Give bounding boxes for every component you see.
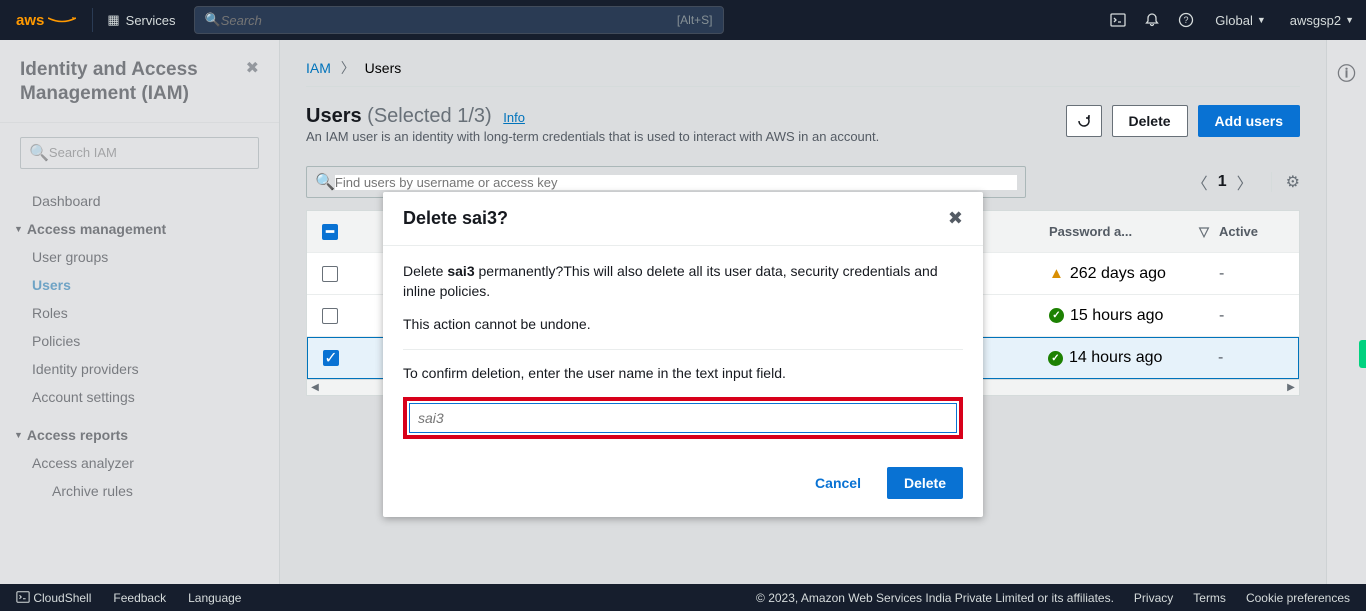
- confirm-input-highlight: [403, 397, 963, 439]
- delete-button[interactable]: Delete: [1112, 105, 1188, 137]
- cloudshell-link[interactable]: CloudShell: [16, 590, 91, 605]
- breadcrumb: IAM 〉 Users: [306, 58, 1300, 78]
- filter-users-input[interactable]: [335, 175, 1017, 190]
- region-selector[interactable]: Global ▼: [1203, 13, 1278, 28]
- account-label: awsgsp2: [1290, 13, 1341, 28]
- privacy-link[interactable]: Privacy: [1134, 591, 1173, 605]
- notifications-icon[interactable]: [1135, 6, 1169, 34]
- row-checkbox[interactable]: [322, 308, 338, 324]
- prev-page-icon[interactable]: 〈: [1192, 170, 1208, 194]
- language-link[interactable]: Language: [188, 591, 241, 605]
- success-icon: ✓: [1048, 351, 1063, 366]
- chevron-down-icon: ▼: [1345, 15, 1354, 25]
- col-header-password[interactable]: Password a...: [1049, 224, 1132, 239]
- password-age: 15 hours ago: [1070, 307, 1163, 325]
- account-menu[interactable]: awsgsp2 ▼: [1278, 13, 1366, 28]
- active-cell: -: [1219, 307, 1299, 325]
- region-label: Global: [1215, 13, 1253, 28]
- page-title-text: Users: [306, 105, 362, 127]
- aws-logo[interactable]: aws: [0, 12, 92, 29]
- feedback-link[interactable]: Feedback: [113, 591, 166, 605]
- modal-delete-button[interactable]: Delete: [887, 467, 963, 499]
- table-settings-icon[interactable]: ⚙: [1271, 172, 1300, 192]
- search-icon: 🔍: [315, 172, 335, 192]
- row-checkbox[interactable]: ✓: [323, 350, 339, 366]
- feedback-tab[interactable]: [1359, 340, 1366, 368]
- chevron-right-icon: 〉: [335, 60, 361, 76]
- search-icon: 🔍: [205, 12, 221, 28]
- services-label: Services: [126, 13, 176, 28]
- confirm-delete-input[interactable]: [409, 403, 957, 433]
- delete-user-modal: Delete sai3? ✖ Delete sai3 permanently?T…: [383, 192, 983, 517]
- modal-confirm-instruction: To confirm deletion, enter the user name…: [403, 364, 963, 384]
- terms-link[interactable]: Terms: [1193, 591, 1226, 605]
- copyright-text: © 2023, Amazon Web Services India Privat…: [756, 591, 1114, 605]
- cookie-preferences-link[interactable]: Cookie preferences: [1246, 591, 1350, 605]
- selection-count: (Selected 1/3): [367, 105, 492, 127]
- top-nav: aws ▦ Services 🔍 [Alt+S] ? Global ▼ awsgs…: [0, 0, 1366, 40]
- active-cell: -: [1219, 265, 1299, 283]
- sort-icon[interactable]: ▽: [1199, 224, 1219, 240]
- cloudshell-icon[interactable]: [1101, 6, 1135, 34]
- info-link[interactable]: Info: [503, 110, 525, 125]
- page-title: Users (Selected 1/3) Info: [306, 105, 879, 128]
- global-search-input[interactable]: [221, 13, 677, 28]
- services-menu[interactable]: ▦ Services: [93, 12, 189, 28]
- modal-warning-text: Delete sai3 permanently?This will also d…: [403, 262, 963, 301]
- add-users-button[interactable]: Add users: [1198, 105, 1300, 137]
- modal-title: Delete sai3?: [403, 208, 508, 229]
- global-search[interactable]: 🔍 [Alt+S]: [194, 6, 724, 34]
- grid-icon: ▦: [107, 12, 119, 28]
- next-page-icon[interactable]: 〉: [1237, 170, 1253, 194]
- row-checkbox[interactable]: [322, 266, 338, 282]
- breadcrumb-leaf: Users: [365, 60, 402, 76]
- modal-undo-warning: This action cannot be undone.: [403, 315, 963, 335]
- chevron-down-icon: ▼: [1257, 15, 1266, 25]
- active-cell: -: [1218, 349, 1298, 367]
- success-icon: ✓: [1049, 308, 1064, 323]
- select-all-checkbox[interactable]: ━: [322, 224, 338, 240]
- breadcrumb-root[interactable]: IAM: [306, 60, 331, 76]
- pagination: 〈 1 〉 ⚙: [1192, 170, 1300, 194]
- scroll-right-icon[interactable]: ▶: [1283, 380, 1299, 394]
- col-header-active[interactable]: Active: [1219, 224, 1299, 239]
- search-shortcut: [Alt+S]: [677, 13, 713, 27]
- password-age: 14 hours ago: [1069, 349, 1162, 367]
- modal-close-icon[interactable]: ✖: [948, 208, 963, 229]
- help-icon[interactable]: ?: [1169, 6, 1203, 34]
- footer-bar: CloudShell Feedback Language © 2023, Ama…: [0, 584, 1366, 611]
- modal-cancel-button[interactable]: Cancel: [799, 467, 877, 499]
- password-age: 262 days ago: [1070, 265, 1166, 283]
- svg-text:?: ?: [1184, 15, 1189, 25]
- page-description: An IAM user is an identity with long-ter…: [306, 128, 879, 146]
- scroll-left-icon[interactable]: ◀: [307, 380, 323, 394]
- refresh-button[interactable]: [1066, 105, 1102, 137]
- aws-logo-text: aws: [16, 12, 44, 29]
- warning-icon: ▲: [1049, 265, 1064, 282]
- page-number: 1: [1218, 173, 1227, 191]
